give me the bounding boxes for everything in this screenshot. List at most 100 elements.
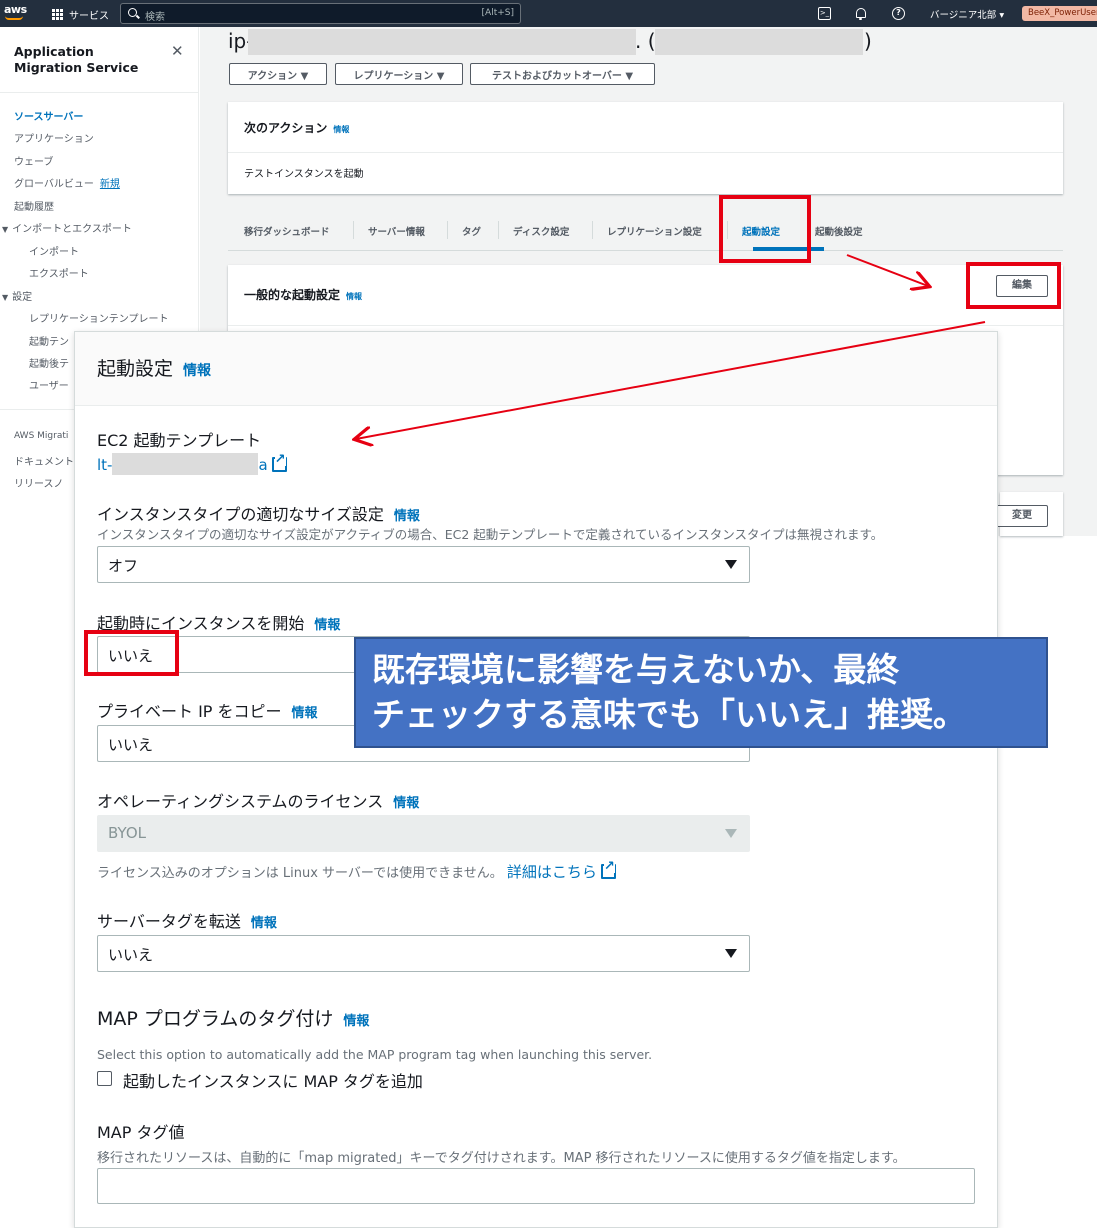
caret-down-icon: ▼ [2,293,9,302]
sidebar-item-replication-template[interactable]: レプリケーションテンプレート [29,310,169,325]
general-launch-settings-title-text: 一般的な起動設定 [244,288,341,302]
rightsizing-label: インスタンスタイプの適切なサイズ設定 情報 [97,501,420,525]
info-link[interactable]: 情報 [183,363,211,379]
sidebar-footer-release-notes[interactable]: リリースノ [14,475,64,490]
notifications-bell-icon[interactable] [854,7,867,20]
tab-tags[interactable]: タグ [462,224,481,238]
info-link[interactable]: 情報 [314,618,340,633]
search-shortcut: [Alt+S] [481,8,514,18]
os-license-label-text: オペレーティングシステムのライセンス [97,792,384,811]
launch-settings-panel: 起動設定情報 EC2 起動テンプレート lt-a インスタンスタイプの適切なサイ… [74,331,998,1228]
external-link-icon [271,453,287,472]
region-selector[interactable]: バージニア北部 ▾ [930,7,1004,21]
tab-migration-dashboard[interactable]: 移行ダッシュボード [244,224,330,238]
sidebar-item-launch-template[interactable]: 起動テン [29,333,69,348]
map-tag-checkbox[interactable] [97,1071,112,1086]
card-divider [228,325,1063,326]
aws-logo[interactable]: aws [4,3,27,16]
search-input[interactable]: 検索 [Alt+S] [120,3,521,24]
os-license-description: ライセンス込みのオプションは Linux サーバーでは使用できません。 詳細はこ… [97,860,616,882]
sidebar-item-waves[interactable]: ウェーブ [14,153,53,168]
sidebar-item-source-servers[interactable]: ソースサーバー [14,108,83,123]
test-cutover-button[interactable]: テストおよびカットオーバー ▼ [470,63,655,85]
map-tagging-description: Select this option to automatically add … [97,1047,653,1062]
top-navigation-bar: aws サービス 検索 [Alt+S] >_ ? バージニア北部 ▾ BeeX_… [0,0,1097,27]
tab-server-info[interactable]: サーバー情報 [368,224,425,238]
sidebar-footer-link[interactable]: AWS Migrati [14,431,68,441]
search-placeholder: 検索 [145,12,165,23]
info-link[interactable]: 情報 [346,292,362,301]
ec2-template-label: EC2 起動テンプレート [97,431,262,450]
sidebar-item-launch-history[interactable]: 起動履歴 [14,198,54,213]
sidebar-item-applications[interactable]: アプリケーション [14,130,94,145]
map-tag-value-input[interactable] [97,1168,975,1204]
rightsizing-value: オフ [108,557,139,575]
dropdown-caret-icon [725,829,737,838]
dropdown-caret-icon [725,560,737,569]
copy-private-ip-label-text: プライベート IP をコピー [97,702,282,721]
redacted-region [248,29,636,55]
tab-disk-settings[interactable]: ディスク設定 [513,224,569,238]
panel-header: 起動設定 情報 [75,332,997,406]
map-tag-value-label: MAP タグ値 [97,1123,185,1142]
panel-title-text: 起動設定 [97,358,174,380]
sidebar-item-settings[interactable]: ▼ 設定 [2,288,32,303]
tab-separator [353,221,354,239]
next-action-text: テストインスタンスを起動 [244,169,364,180]
sidebar-item-import-export[interactable]: ▼ インポートとエクスポート [2,220,132,235]
os-license-select: BYOL [97,815,750,852]
tab-replication-settings[interactable]: レプリケーション設定 [607,224,702,238]
tab-separator [592,221,593,239]
recommendation-callout: 既存環境に影響を与えないか、最終 チェックする意味でも「いいえ」推奨。 [354,637,1048,748]
rightsizing-label-text: インスタンスタイプの適切なサイズ設定 [97,505,384,524]
learn-more-link[interactable]: 詳細はこちら [506,860,616,881]
map-tagging-label: MAP プログラムのタグ付け 情報 [97,1004,369,1031]
transfer-tags-label-text: サーバータグを転送 [97,912,241,931]
grid-icon [52,9,63,20]
sidebar-item-users[interactable]: ユーザー [29,377,69,392]
rightsizing-select[interactable]: オフ [97,546,750,583]
sidebar-item-import[interactable]: インポート [29,243,79,258]
info-link[interactable]: 情報 [343,1014,369,1029]
sidebar-item-global-view[interactable]: グローバルビュー 新規 [14,175,120,190]
start-instance-highlight [84,630,179,676]
sidebar-footer-docs[interactable]: ドキュメント [14,453,74,468]
aws-logo-smile-icon [5,16,23,20]
general-launch-settings-title: 一般的な起動設定 情報 [244,286,362,303]
transfer-tags-label: サーバータグを転送 情報 [97,908,277,932]
services-menu-button[interactable]: サービス [52,7,109,22]
rightsizing-description: インスタンスタイプの適切なサイズ設定がアクティブの場合、EC2 起動テンプレート… [97,527,884,542]
tab-separator [498,221,499,239]
actions-button[interactable]: アクション ▼ [229,63,327,85]
tab-post-launch-settings[interactable]: 起動後設定 [815,224,863,238]
ec2-template-link-suffix: a [258,456,268,474]
ec2-template-link-prefix: lt- [97,456,113,474]
services-label: サービス [69,11,109,22]
sidebar-item-post-launch-template[interactable]: 起動後テ [29,355,69,370]
map-tagging-label-text: MAP プログラムのタグ付け [97,1008,334,1030]
replication-button[interactable]: レプリケーション ▼ [335,63,463,85]
new-badge: 新規 [99,179,120,190]
page-title-paren-close: ) [864,29,872,53]
tab-bar: 移行ダッシュボード サーバー情報 タグ ディスク設定 レプリケーション設定 起動… [228,209,1063,251]
next-action-title-text: 次のアクション [244,121,328,135]
info-link[interactable]: 情報 [292,706,318,721]
sidebar-item-export[interactable]: エクスポート [29,265,89,280]
ec2-template-link[interactable]: lt-a [97,453,287,475]
info-link[interactable]: 情報 [394,509,420,524]
cloudshell-icon[interactable]: >_ [818,7,831,20]
dropdown-caret-icon [725,949,737,958]
map-tag-value-description: 移行されたリソースは、自動的に「map migrated」キーでタグ付けされます… [97,1151,906,1166]
os-license-value: BYOL [108,824,146,842]
account-menu[interactable]: BeeX_PowerUser [1022,6,1097,21]
learn-more-link-text: 詳細はこちら [506,863,597,881]
os-license-description-text: ライセンス込みのオプションは Linux サーバーでは使用できません。 [97,866,503,881]
change-button[interactable]: 変更 [996,505,1048,527]
info-link[interactable]: 情報 [393,796,419,811]
redacted-region [112,453,259,475]
help-icon[interactable]: ? [892,7,905,20]
transfer-tags-select[interactable]: いいえ [97,935,750,972]
close-icon[interactable]: ✕ [171,42,184,60]
info-link[interactable]: 情報 [333,125,349,134]
info-link[interactable]: 情報 [251,916,277,931]
